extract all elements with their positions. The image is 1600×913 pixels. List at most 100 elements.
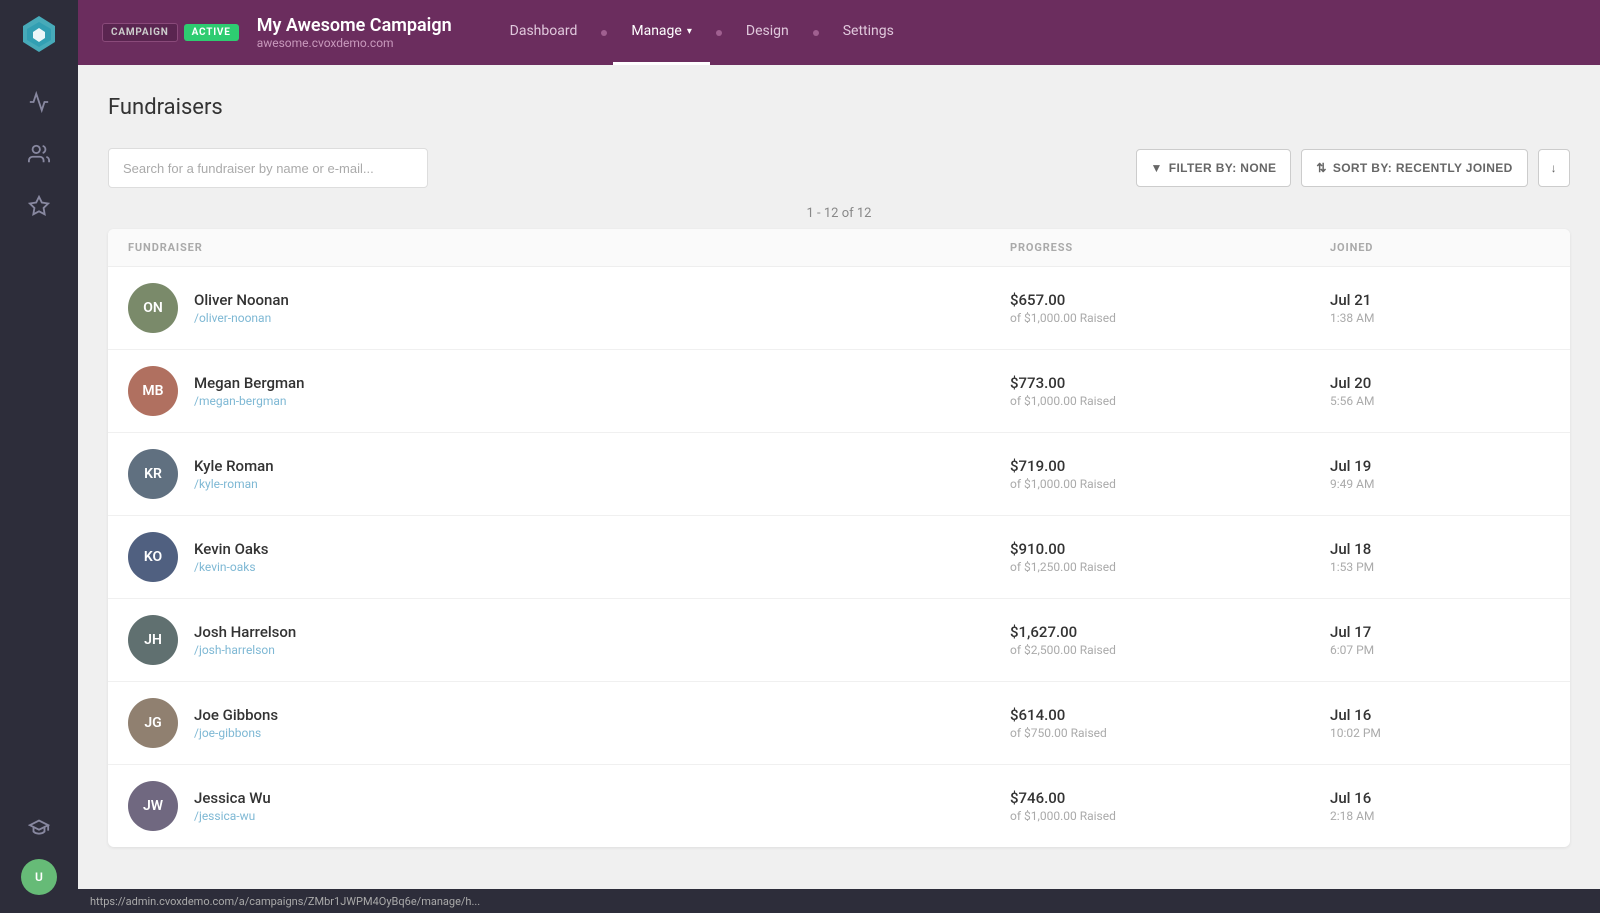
sidebar-item-campaigns[interactable]: [17, 184, 61, 228]
fundraiser-info: Megan Bergman /megan-bergman: [194, 374, 305, 408]
nav-settings[interactable]: Settings: [825, 0, 912, 65]
sidebar-item-education[interactable]: [17, 805, 61, 849]
joined-time: 10:02 PM: [1330, 726, 1550, 740]
joined-date: Jul 20: [1330, 374, 1550, 392]
fundraiser-name: Megan Bergman: [194, 374, 305, 392]
fundraiser-url[interactable]: /megan-bergman: [194, 394, 305, 408]
joined-date: Jul 17: [1330, 623, 1550, 641]
fundraiser-url[interactable]: /joe-gibbons: [194, 726, 278, 740]
campaign-name: My Awesome Campaign: [257, 15, 452, 37]
avatar-initials: MB: [128, 366, 178, 416]
joined-time: 9:49 AM: [1330, 477, 1550, 491]
progress-amount: $773.00: [1010, 374, 1330, 392]
app-logo[interactable]: [17, 12, 61, 56]
sort-icon: ⇅: [1316, 161, 1326, 175]
table-row[interactable]: KR Kyle Roman /kyle-roman $719.00 of $1,…: [108, 433, 1570, 516]
table-row[interactable]: JH Josh Harrelson /josh-harrelson $1,627…: [108, 599, 1570, 682]
progress-cell: $910.00 of $1,250.00 Raised: [1010, 540, 1330, 574]
col-header-fundraiser: FUNDRAISER: [128, 241, 1010, 254]
progress-cell: $614.00 of $750.00 Raised: [1010, 706, 1330, 740]
fundraiser-avatar: KR: [128, 449, 178, 499]
fundraiser-cell: ON Oliver Noonan /oliver-noonan: [128, 283, 1010, 333]
joined-time: 5:56 AM: [1330, 394, 1550, 408]
progress-goal: of $2,500.00 Raised: [1010, 643, 1330, 657]
filter-icon: ▼: [1151, 161, 1163, 175]
nav-manage[interactable]: Manage ▾: [613, 0, 710, 65]
fundraiser-name: Oliver Noonan: [194, 291, 289, 309]
fundraiser-avatar: MB: [128, 366, 178, 416]
toolbar-right: ▼ FILTER BY: NONE ⇅ SORT BY: RECENTLY JO…: [1136, 149, 1570, 187]
joined-date: Jul 16: [1330, 706, 1550, 724]
avatar-initials: KR: [128, 449, 178, 499]
table-row[interactable]: JW Jessica Wu /jessica-wu $746.00 of $1,…: [108, 765, 1570, 847]
joined-cell: Jul 18 1:53 PM: [1330, 540, 1550, 574]
fundraiser-name: Kyle Roman: [194, 457, 274, 475]
progress-cell: $1,627.00 of $2,500.00 Raised: [1010, 623, 1330, 657]
table-row[interactable]: KO Kevin Oaks /kevin-oaks $910.00 of $1,…: [108, 516, 1570, 599]
col-header-joined: JOINED: [1330, 241, 1550, 254]
download-button[interactable]: ↓: [1538, 149, 1570, 187]
fundraiser-avatar: ON: [128, 283, 178, 333]
progress-goal: of $1,000.00 Raised: [1010, 311, 1330, 325]
pagination-info: 1 - 12 of 12: [108, 206, 1570, 221]
joined-time: 2:18 AM: [1330, 809, 1550, 823]
table-row[interactable]: ON Oliver Noonan /oliver-noonan $657.00 …: [108, 267, 1570, 350]
col-header-progress: PROGRESS: [1010, 241, 1330, 254]
fundraiser-url[interactable]: /jessica-wu: [194, 809, 271, 823]
main-content: CAMPAIGN ACTIVE My Awesome Campaign awes…: [78, 0, 1600, 913]
fundraisers-table: FUNDRAISER PROGRESS JOINED ON Oliver Noo…: [108, 229, 1570, 847]
progress-cell: $657.00 of $1,000.00 Raised: [1010, 291, 1330, 325]
filter-label: FILTER BY: NONE: [1169, 161, 1277, 175]
joined-time: 1:38 AM: [1330, 311, 1550, 325]
sidebar-item-users[interactable]: [17, 132, 61, 176]
fundraiser-url[interactable]: /oliver-noonan: [194, 311, 289, 325]
joined-cell: Jul 21 1:38 AM: [1330, 291, 1550, 325]
nav-dot-3: [813, 30, 819, 36]
page-title: Fundraisers: [108, 95, 1570, 120]
progress-amount: $657.00: [1010, 291, 1330, 309]
filter-button[interactable]: ▼ FILTER BY: NONE: [1136, 149, 1292, 187]
sidebar-bottom: U: [17, 801, 61, 901]
progress-cell: $773.00 of $1,000.00 Raised: [1010, 374, 1330, 408]
nav-design[interactable]: Design: [728, 0, 807, 65]
search-input[interactable]: [108, 148, 428, 188]
fundraiser-avatar: JG: [128, 698, 178, 748]
active-badge: ACTIVE: [184, 24, 239, 41]
progress-amount: $910.00: [1010, 540, 1330, 558]
statusbar: https://admin.cvoxdemo.com/a/campaigns/Z…: [78, 889, 1600, 913]
fundraiser-url[interactable]: /kevin-oaks: [194, 560, 269, 574]
fundraiser-avatar: JH: [128, 615, 178, 665]
table-row[interactable]: JG Joe Gibbons /joe-gibbons $614.00 of $…: [108, 682, 1570, 765]
fundraiser-info: Kevin Oaks /kevin-oaks: [194, 540, 269, 574]
fundraiser-cell: JG Joe Gibbons /joe-gibbons: [128, 698, 1010, 748]
joined-cell: Jul 20 5:56 AM: [1330, 374, 1550, 408]
fundraiser-name: Josh Harrelson: [194, 623, 296, 641]
fundraiser-url[interactable]: /josh-harrelson: [194, 643, 296, 657]
nav-dashboard[interactable]: Dashboard: [492, 0, 596, 65]
joined-date: Jul 19: [1330, 457, 1550, 475]
nav-dot-2: [716, 30, 722, 36]
progress-amount: $746.00: [1010, 789, 1330, 807]
avatar-initials: JG: [128, 698, 178, 748]
avatar-initials: JH: [128, 615, 178, 665]
progress-cell: $719.00 of $1,000.00 Raised: [1010, 457, 1330, 491]
progress-goal: of $1,000.00 Raised: [1010, 477, 1330, 491]
joined-cell: Jul 17 6:07 PM: [1330, 623, 1550, 657]
campaign-url: awesome.cvoxdemo.com: [257, 36, 452, 50]
fundraiser-name: Joe Gibbons: [194, 706, 278, 724]
fundraiser-info: Oliver Noonan /oliver-noonan: [194, 291, 289, 325]
joined-time: 1:53 PM: [1330, 560, 1550, 574]
sidebar-item-analytics[interactable]: [17, 80, 61, 124]
fundraiser-info: Joe Gibbons /joe-gibbons: [194, 706, 278, 740]
progress-goal: of $1,000.00 Raised: [1010, 809, 1330, 823]
joined-cell: Jul 16 10:02 PM: [1330, 706, 1550, 740]
sort-button[interactable]: ⇅ SORT BY: RECENTLY JOINED: [1301, 149, 1527, 187]
progress-amount: $1,627.00: [1010, 623, 1330, 641]
fundraiser-url[interactable]: /kyle-roman: [194, 477, 274, 491]
progress-cell: $746.00 of $1,000.00 Raised: [1010, 789, 1330, 823]
joined-cell: Jul 16 2:18 AM: [1330, 789, 1550, 823]
table-row[interactable]: MB Megan Bergman /megan-bergman $773.00 …: [108, 350, 1570, 433]
user-avatar[interactable]: U: [21, 859, 57, 895]
joined-date: Jul 21: [1330, 291, 1550, 309]
fundraiser-info: Josh Harrelson /josh-harrelson: [194, 623, 296, 657]
